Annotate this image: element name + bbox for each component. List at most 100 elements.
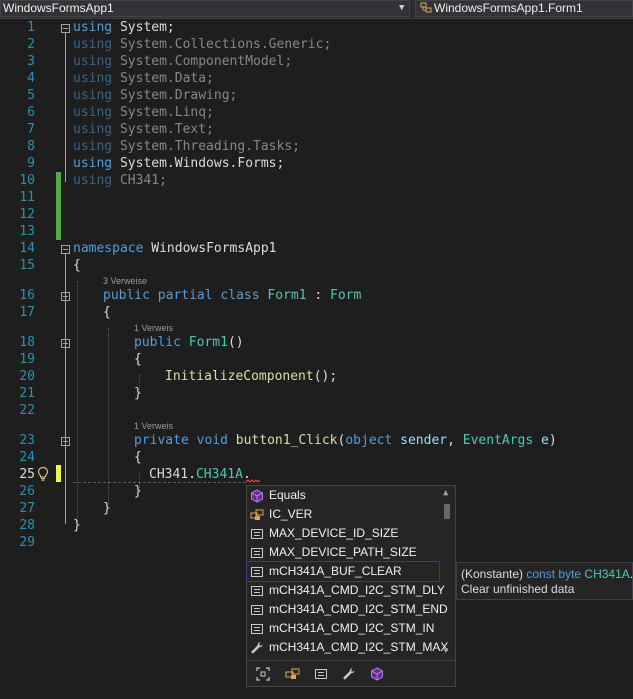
collapse-class-toggle[interactable]	[61, 292, 70, 301]
keyword: using	[73, 71, 113, 86]
brace: }	[134, 386, 142, 401]
collapse-usings-toggle[interactable]	[61, 24, 70, 33]
line-number: 18	[19, 335, 35, 350]
line-number: 23	[19, 433, 35, 448]
codelens-references[interactable]: 3 Verweise	[103, 275, 147, 287]
class-name: Form1	[267, 288, 307, 303]
code-line: using System.Linq;	[73, 104, 214, 121]
method-icon	[251, 489, 263, 503]
line-number: 1	[27, 20, 35, 35]
base-class-name: Form	[330, 288, 362, 303]
code-line: using System.ComponentModel;	[73, 53, 292, 70]
constructor-name: Form1	[188, 335, 228, 350]
keyword: partial	[157, 288, 213, 303]
completion-item[interactable]: IC_VER	[247, 505, 439, 524]
constant-icon	[251, 567, 263, 577]
completion-item[interactable]: Equals	[247, 486, 439, 505]
type-dropdown[interactable]: WindowsFormsApp1.Form1	[415, 0, 633, 17]
scroll-down-icon[interactable]: ▼	[443, 645, 448, 657]
completion-item-label: mCH341A_BUF_CLEAR	[269, 564, 402, 578]
line-number: 7	[27, 122, 35, 137]
keyword: using	[73, 156, 113, 171]
completion-item-label: mCH341A_CMD_I2C_STM_END	[269, 602, 448, 616]
completion-item[interactable]: mCH341A_CMD_I2C_STM_IN	[247, 619, 439, 638]
codelens-references[interactable]: 1 Verweis	[134, 420, 173, 432]
completion-item[interactable]: mCH341A_CMD_I2C_STM_END	[247, 600, 448, 619]
type-name: EventArgs	[462, 433, 534, 448]
punctuation: ();	[313, 369, 338, 384]
punctuation: )	[548, 433, 557, 448]
namespace-name: System.ComponentModel;	[119, 54, 293, 69]
collapse-namespace-toggle[interactable]	[61, 245, 70, 254]
codelens-references[interactable]: 1 Verweis	[134, 322, 173, 334]
punctuation: ,	[447, 433, 455, 448]
method-filter-icon[interactable]	[369, 666, 385, 682]
completion-item[interactable]: MAX_DEVICE_ID_SIZE	[247, 524, 439, 543]
method-call: InitializeComponent	[165, 369, 314, 384]
code-line: {	[134, 351, 142, 368]
code-line: private void button1_Click(object sender…	[134, 432, 557, 449]
line-number: 5	[27, 88, 35, 103]
line-number: 17	[19, 305, 35, 320]
code-line-current[interactable]: CH341.CH341A.	[149, 466, 251, 483]
namespace-name: System.Threading.Tasks;	[119, 139, 300, 154]
line-number: 26	[19, 484, 35, 499]
code-line: using System.Data;	[73, 70, 214, 87]
show-all-filter-icon[interactable]	[255, 666, 271, 682]
outline-line	[65, 33, 66, 182]
completion-scrollbar[interactable]: ▲ ▼	[441, 487, 453, 658]
code-line: }	[73, 517, 81, 534]
code-line: using System;	[73, 19, 175, 36]
punctuation: .	[188, 467, 196, 482]
brace: {	[134, 352, 142, 367]
lightbulb-icon[interactable]	[36, 466, 50, 482]
field-filter-icon[interactable]	[285, 666, 301, 682]
namespace-name: System.Data;	[119, 71, 214, 86]
code-line: {	[134, 449, 142, 466]
completion-item[interactable]: mCH341A_CMD_I2C_STM_DLY	[247, 581, 445, 600]
brace: {	[73, 258, 81, 273]
keyword: using	[73, 173, 113, 188]
code-line: }	[134, 385, 142, 402]
namespace-name: System.Windows.Forms;	[119, 156, 285, 171]
indent-guide	[108, 328, 109, 506]
code-line: }	[103, 500, 111, 517]
line-number: 28	[19, 518, 35, 533]
completion-item-selected[interactable]: mCH341A_BUF_CLEAR	[246, 561, 440, 582]
chevron-down-icon[interactable]: ▼	[399, 2, 404, 14]
line-number: 29	[19, 535, 35, 550]
collapse-method-toggle[interactable]	[61, 437, 70, 446]
line-number: 22	[19, 403, 35, 418]
constant-filter-icon[interactable]	[313, 666, 329, 682]
line-number: 21	[19, 386, 35, 401]
constant-icon	[251, 605, 263, 615]
parameter-name: sender	[400, 433, 448, 448]
namespace-name: System.Collections.Generic;	[119, 37, 332, 52]
navigation-bar: WindowsFormsApp1 ▼ WindowsFormsApp1.Form…	[0, 0, 633, 19]
quick-info-kind: (Konstante)	[461, 567, 527, 581]
quick-info-description: Clear unfinished data	[461, 582, 575, 596]
line-number: 16	[19, 288, 35, 303]
keyword: public	[103, 288, 150, 303]
keyword: using	[73, 54, 113, 69]
scroll-up-icon[interactable]: ▲	[443, 487, 448, 499]
code-line: using System.Threading.Tasks;	[73, 138, 300, 155]
code-line: using System.Collections.Generic;	[73, 36, 331, 53]
completion-item[interactable]: mCH341A_CMD_I2C_STM_MAX	[247, 638, 448, 657]
completion-item[interactable]: MAX_DEVICE_PATH_SIZE	[247, 543, 439, 562]
completion-item-label: MAX_DEVICE_ID_SIZE	[269, 526, 399, 540]
field-icon	[250, 509, 264, 520]
project-dropdown[interactable]: WindowsFormsApp1	[0, 0, 410, 17]
namespace-name: CH341	[149, 467, 189, 482]
keyword: void	[196, 433, 228, 448]
property-filter-icon[interactable]	[341, 666, 357, 682]
completion-list[interactable]: Equals IC_VER MAX_DEVICE_ID_SIZE MAX_DEV…	[246, 485, 456, 687]
namespace-name: System.Drawing;	[119, 88, 238, 103]
scrollbar-thumb[interactable]	[444, 504, 450, 519]
brace: }	[103, 501, 111, 516]
brace: }	[134, 484, 142, 499]
keyword: using	[73, 20, 113, 35]
completion-item-label: mCH341A_CMD_I2C_STM_MAX	[269, 640, 449, 654]
collapse-constructor-toggle[interactable]	[61, 339, 70, 348]
brace: {	[134, 450, 142, 465]
